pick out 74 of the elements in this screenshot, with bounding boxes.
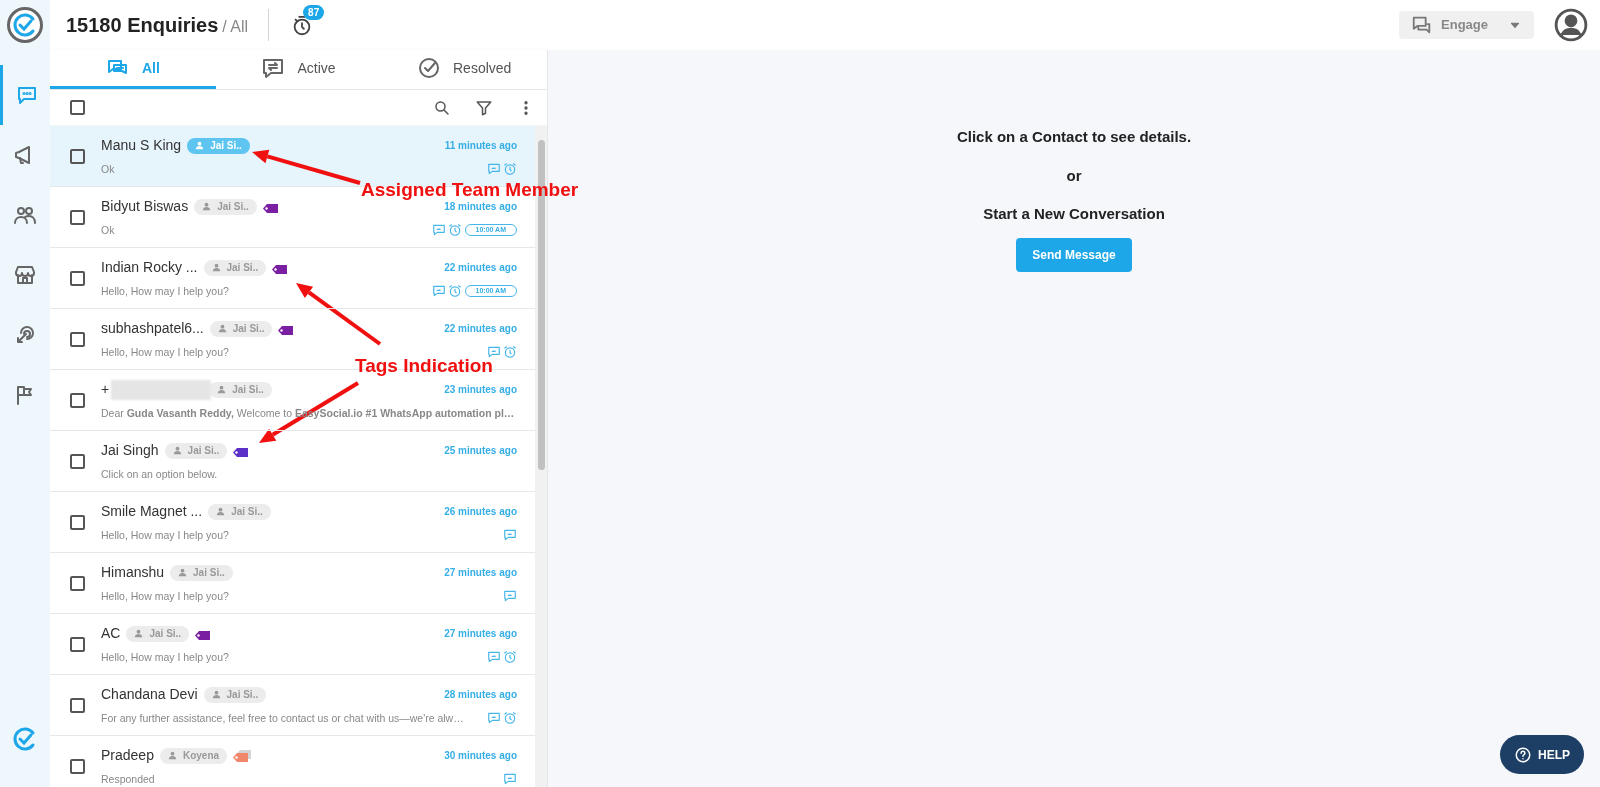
timestamp: 26 minutes ago — [444, 505, 517, 519]
message-preview: Ok — [101, 162, 115, 176]
checkbox[interactable] — [70, 514, 85, 530]
checkbox[interactable] — [70, 758, 85, 774]
contact-name: Jai Singh — [101, 441, 159, 460]
contact-name: Smile Magnet ... — [101, 502, 203, 521]
annotation-label: Tags Indication — [355, 354, 493, 378]
checkbox[interactable] — [70, 100, 85, 115]
page-title: 15180 Enquiries — [66, 13, 219, 38]
help-button[interactable]: HELP — [1500, 735, 1584, 774]
message-preview: For any further assistance, feel free to contact us or chat with us—we're alw… — [101, 711, 464, 725]
timestamp: 18 minutes ago — [444, 200, 517, 214]
contact-name: Chandana Devi — [101, 685, 198, 704]
message-preview: Hello, How may I help you? — [101, 528, 229, 542]
checkbox[interactable] — [70, 392, 85, 408]
checkbox[interactable] — [70, 575, 85, 591]
tab[interactable]: Active — [215, 50, 382, 89]
checkbox[interactable] — [70, 148, 85, 164]
assignee-badge: Jai Si.. — [209, 320, 273, 337]
message-preview: Hello, How may I help you? — [101, 650, 229, 664]
contact-name: Pradeep — [101, 746, 154, 765]
check-circle-icon — [417, 56, 441, 80]
assignee-badge: Jai Si.. — [208, 503, 271, 520]
assignee-badge: Jai Si.. — [187, 137, 250, 154]
contact-name: AC — [101, 624, 121, 643]
contact-name: Himanshu — [101, 563, 165, 582]
tab[interactable]: Resolved — [381, 50, 547, 89]
contact-name: + — [101, 380, 110, 399]
timestamp: 27 minutes ago — [444, 566, 517, 580]
contact-name: Indian Rocky ... — [101, 258, 198, 277]
avatar-icon[interactable] — [1554, 8, 1588, 42]
contact-name: Bidyut Biswas — [101, 197, 189, 216]
assignee-badge: Jai Si.. — [194, 198, 257, 215]
message-preview: Responded — [101, 772, 155, 786]
timestamp: 27 minutes ago — [444, 627, 517, 641]
message-preview: Hello, How may I help you? — [101, 284, 229, 298]
assignee-badge: Jai Si.. — [203, 686, 267, 703]
search-icon[interactable] — [433, 98, 451, 117]
assignee-badge: Koyena — [159, 747, 228, 764]
swap-chat-icon — [261, 56, 286, 80]
message-preview: Ok — [101, 223, 115, 237]
checkbox[interactable] — [70, 453, 85, 469]
checkbox[interactable] — [70, 636, 85, 652]
timestamp: 23 minutes ago — [444, 383, 517, 397]
message-preview: Click on an option below. — [101, 467, 218, 481]
info-text: or — [1066, 165, 1082, 186]
checkbox[interactable] — [70, 331, 85, 347]
checkbox[interactable] — [70, 270, 85, 286]
assignee-badge: Jai Si.. — [209, 381, 272, 398]
checkbox[interactable] — [70, 697, 85, 713]
tag-icon — [233, 749, 254, 762]
timestamp: 25 minutes ago — [444, 444, 517, 458]
help-icon — [1514, 745, 1532, 764]
timestamp: 11 minutes ago — [444, 139, 517, 153]
timestamp: 28 minutes ago — [444, 688, 517, 702]
contact-name: Manu S King — [101, 136, 182, 155]
assignee-badge: Jai Si.. — [126, 625, 190, 642]
assignee-badge: Jai Si.. — [170, 564, 233, 581]
info-text: Start a New Conversation — [983, 204, 1165, 224]
filter-label: / All — [222, 16, 249, 37]
assignee-badge: Jai Si.. — [164, 442, 228, 459]
contact-name: subhashpatel6... — [101, 319, 204, 338]
message-preview: Hello, How may I help you? — [101, 589, 229, 603]
count-badge: 87 — [303, 5, 325, 20]
checkbox[interactable] — [70, 209, 85, 225]
timestamp: 22 minutes ago — [444, 261, 517, 275]
assignee-badge: Jai Si.. — [203, 259, 267, 276]
timestamp: 30 minutes ago — [444, 749, 517, 763]
info-text: Click on a Contact to see details. — [956, 127, 1192, 147]
store-icon[interactable] — [13, 263, 37, 287]
filter-icon[interactable] — [475, 98, 493, 117]
message-preview: Hello, How may I help you? — [101, 345, 229, 359]
logo-icon[interactable] — [7, 7, 43, 43]
timestamp: 22 minutes ago — [444, 322, 517, 336]
